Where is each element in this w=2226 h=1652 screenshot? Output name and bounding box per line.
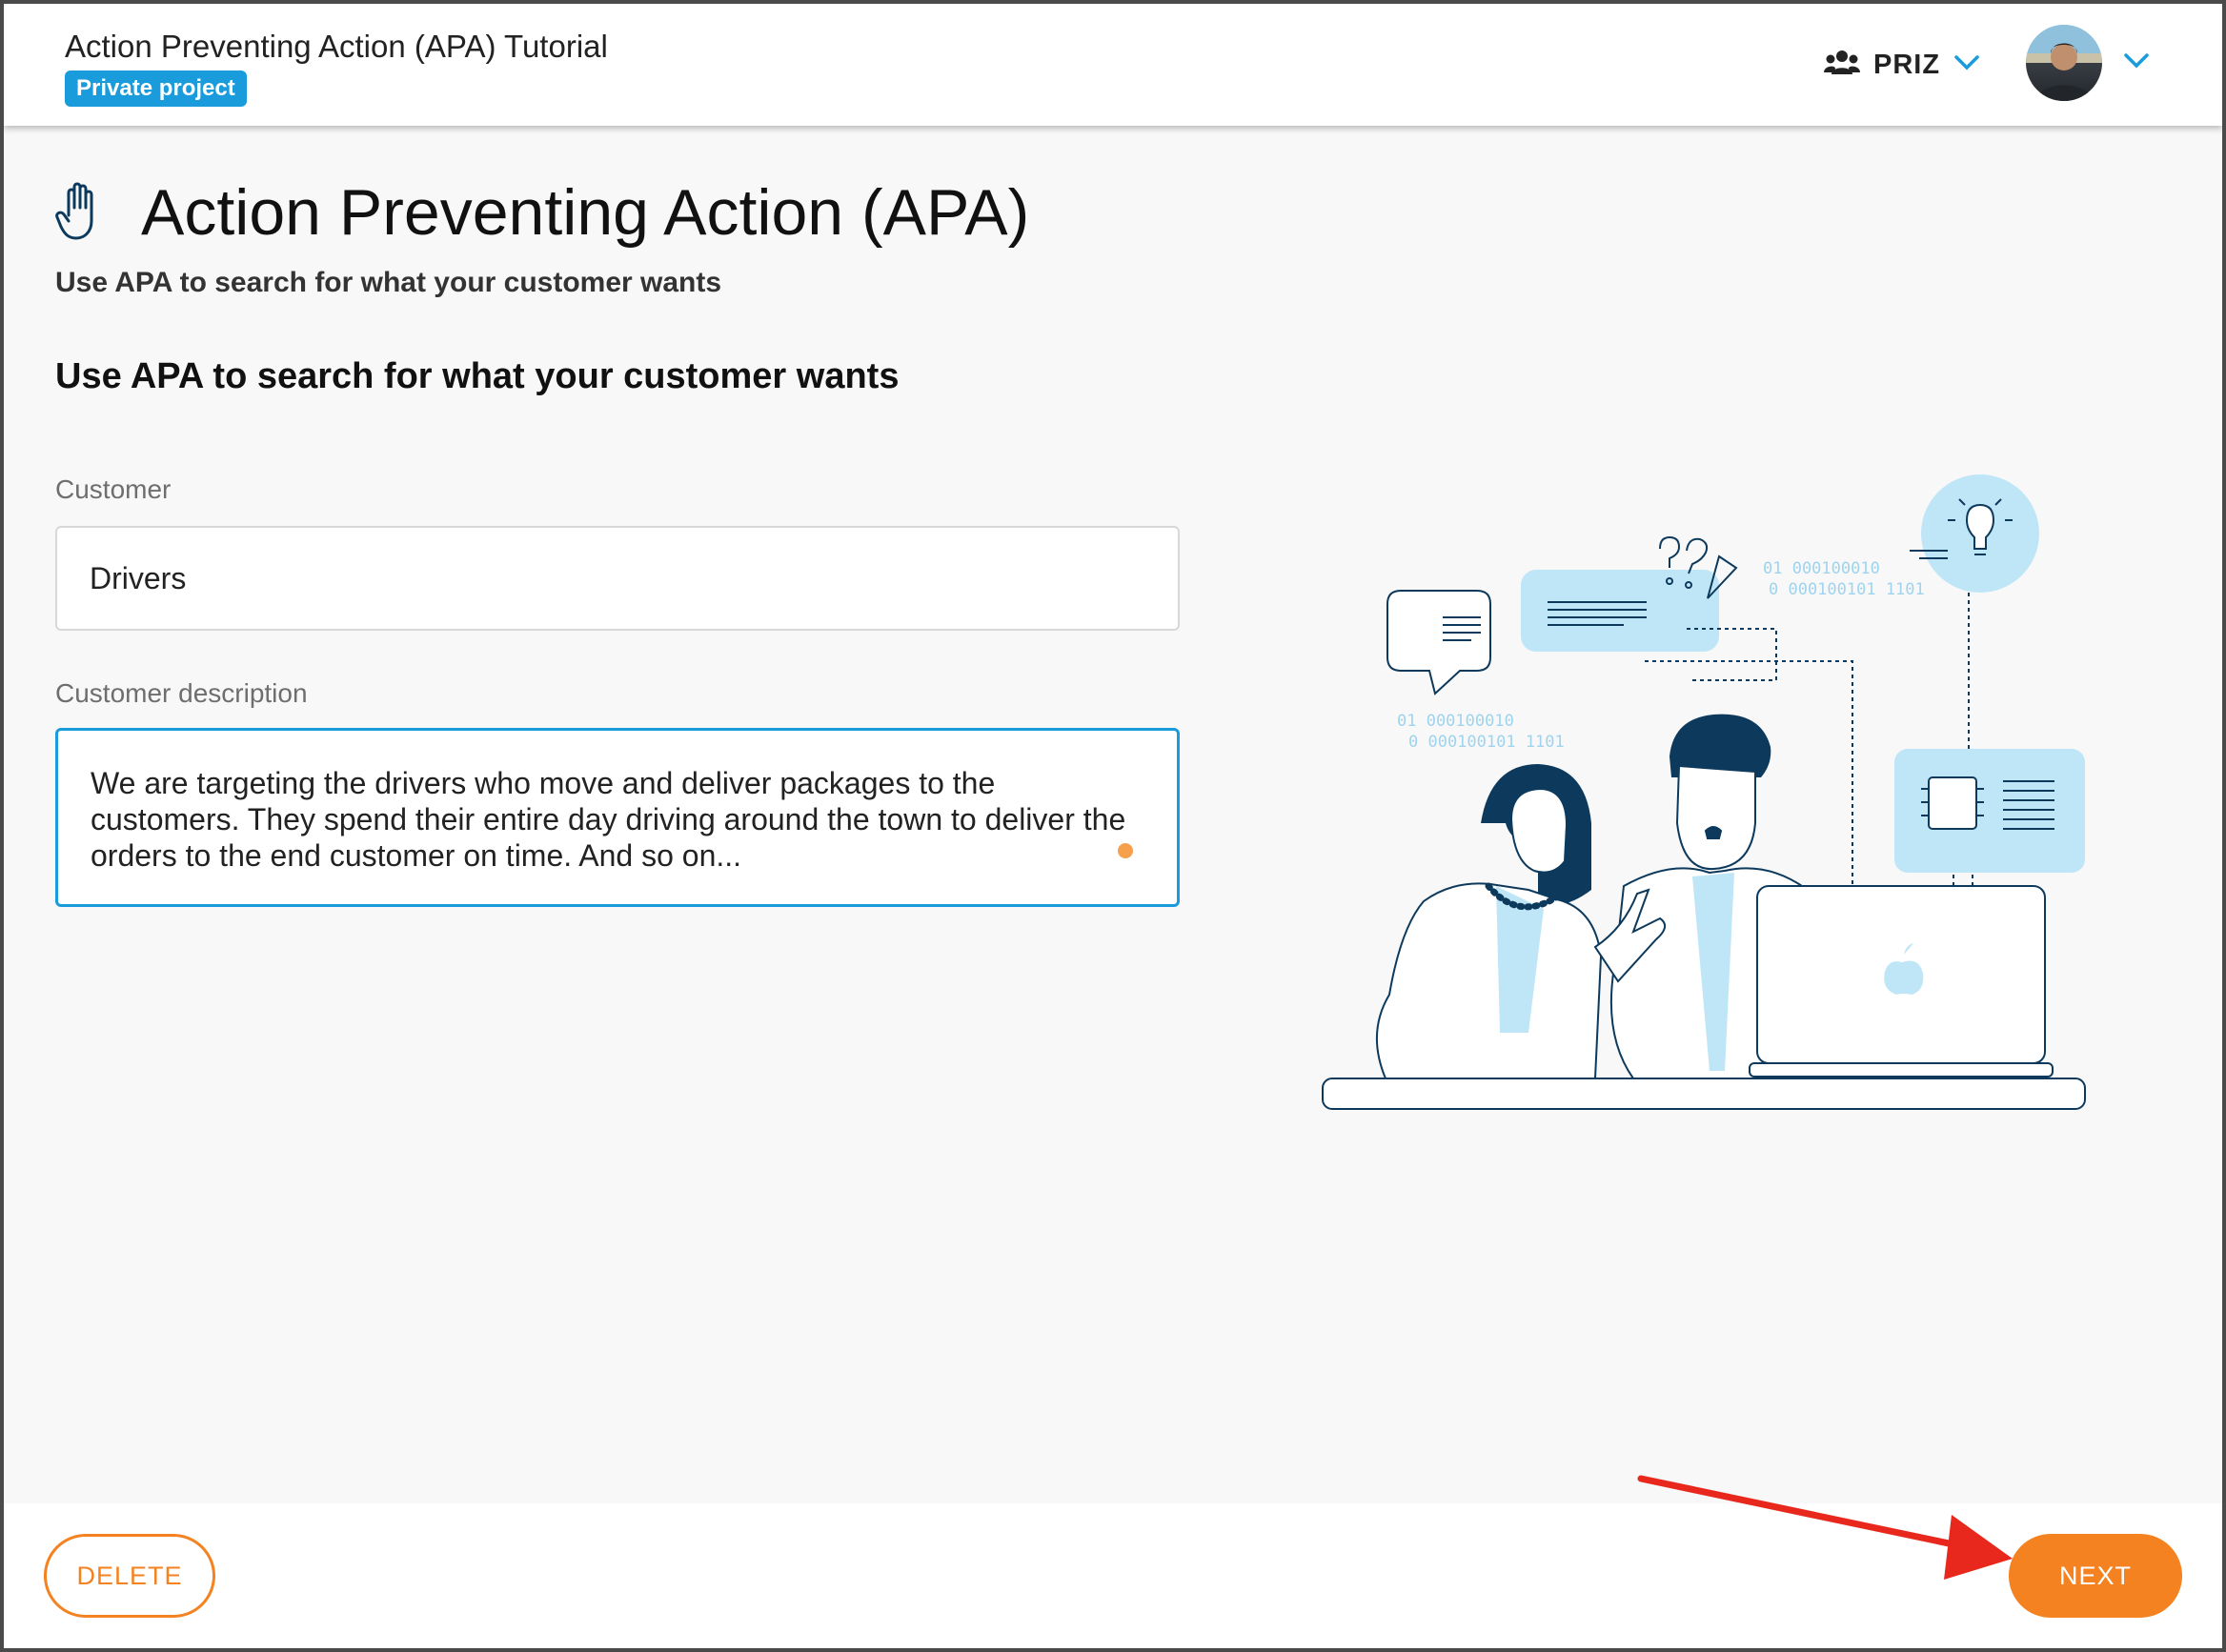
- next-button[interactable]: NEXT: [2009, 1534, 2182, 1618]
- customer-description-label: Customer description: [55, 678, 308, 708]
- people-with-laptop-illustration: 01 000100010 0 000100101 1101 01 0001000…: [1322, 474, 2086, 1110]
- binary-text-left-2: 0 000100101 1101: [1408, 733, 1565, 752]
- status-dot: [1118, 843, 1133, 858]
- binary-text-top-2: 0 000100101 1101: [1769, 580, 1925, 599]
- customer-description-textarea[interactable]: We are targeting the drivers who move an…: [55, 728, 1180, 907]
- customer-label: Customer: [55, 474, 172, 504]
- team-switcher[interactable]: PRIZ: [1824, 50, 1980, 81]
- footer-bar: DELETE NEXT: [4, 1503, 2222, 1648]
- hand-stop-icon: [55, 179, 105, 247]
- project-title: Action Preventing Action (APA) Tutorial: [65, 29, 608, 64]
- section-heading: Use APA to search for what your customer…: [55, 356, 900, 396]
- team-icon: [1824, 50, 1860, 81]
- app-window: Action Preventing Action (APA) Tutorial …: [4, 4, 2222, 1648]
- customer-description-text: We are targeting the drivers who move an…: [91, 766, 1126, 873]
- page-header: Action Preventing Action (APA): [55, 175, 1029, 250]
- top-bar: Action Preventing Action (APA) Tutorial …: [4, 4, 2222, 126]
- chevron-down-icon: [2123, 52, 2150, 74]
- page-title: Action Preventing Action (APA): [141, 176, 1030, 249]
- private-project-badge: Private project: [65, 71, 247, 107]
- team-name: PRIZ: [1873, 50, 1941, 80]
- page-subtitle: Use APA to search for what your customer…: [55, 267, 722, 298]
- chevron-down-icon: [1953, 54, 1980, 76]
- binary-text-left-1: 01 000100010: [1397, 712, 1514, 731]
- delete-button[interactable]: DELETE: [44, 1534, 215, 1618]
- user-menu[interactable]: [2026, 25, 2150, 101]
- binary-text-top-1: 01 000100010: [1763, 559, 1880, 578]
- avatar: [2026, 25, 2102, 101]
- customer-input[interactable]: [55, 526, 1180, 631]
